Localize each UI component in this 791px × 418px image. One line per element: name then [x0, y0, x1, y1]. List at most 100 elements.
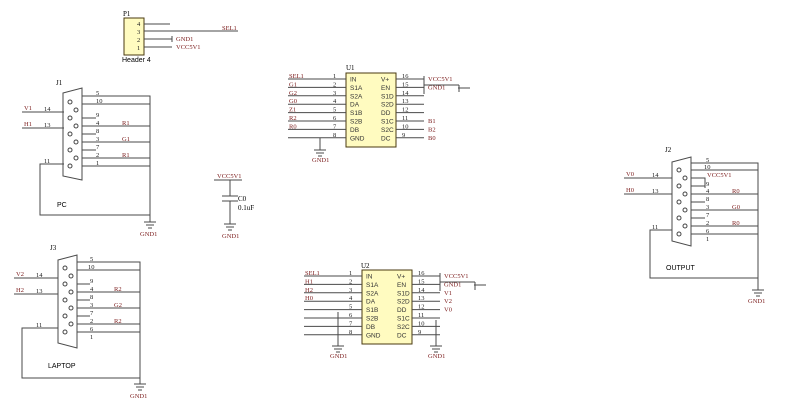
u2-pin-name: S1D	[397, 290, 410, 297]
u1-pin-name: IN	[350, 77, 357, 84]
j2-gnd-label: GND1	[748, 298, 765, 305]
j1-pin: 5	[96, 90, 99, 97]
u1-net-label: B2	[428, 126, 436, 133]
j3-pin: 2	[90, 318, 93, 325]
p1-net-sel: SEL1	[222, 25, 237, 32]
u1-pin-number: 1	[333, 73, 336, 80]
p1-net-vcc: VCC5V1	[176, 44, 201, 51]
j1-net-r1a: R1	[122, 120, 130, 127]
j2-net-v0: V0	[626, 171, 634, 178]
u2-pin-name: IN	[366, 274, 373, 281]
ic-u2[interactable]: U2 1 INSEL12 S1AH13 S2AH24 DAH05 S1B6 S2B7 DB8 G…	[304, 262, 486, 360]
u2-pin-name: S2C	[397, 324, 410, 331]
j1-pin: 9	[96, 112, 99, 119]
j1-net-r1b: R1	[122, 152, 130, 159]
u1-pin-number: 8	[333, 132, 336, 139]
u2-pin-number: 5	[349, 304, 352, 311]
u1-net-label: R2	[289, 115, 297, 122]
j3-label: LAPTOP	[48, 363, 76, 370]
p1-pin: 3	[137, 29, 140, 36]
ic-u1[interactable]: U1 1 INSEL12 S1AG13 S2AG24 DAG05 S1BZ16 S2BR27…	[288, 64, 470, 164]
u2-net-label: H2	[305, 287, 313, 294]
c0-value: 0.1uF	[238, 204, 254, 212]
u1-gnd-symbol	[314, 138, 326, 157]
u2-pin-number: 14	[418, 287, 425, 294]
u2-pin-name: V+	[397, 274, 405, 281]
j2-pin: 13	[652, 188, 659, 195]
u1-pin-name: S1B	[350, 110, 362, 117]
u2-pin-number: 2	[349, 278, 352, 285]
connector-j1[interactable]: J1 5 10 9 4 8 3 7 2 1 14 13 11 V1 H1 R1 …	[22, 79, 157, 238]
u1-pin-number: 14	[402, 90, 409, 97]
j2-label: OUTPUT	[666, 265, 696, 272]
j2-pin: 7	[706, 212, 710, 219]
p1-body	[123, 17, 145, 56]
u2-pin-name: GND	[366, 332, 381, 339]
capacitor-c0[interactable]: VCC5V1 C0 0.1uF GND1	[214, 173, 254, 240]
header-p1[interactable]: P1 4 3 2 1 Header 4 SEL1 GND1 VCC5V1	[122, 10, 238, 64]
j3-pin-circles	[62, 265, 74, 335]
u2-pin-name: DC	[397, 332, 407, 339]
j3-gnd-label: GND1	[130, 393, 147, 400]
j1-designator: J1	[56, 79, 63, 87]
j1-pin: 3	[96, 136, 99, 143]
connector-j3[interactable]: J3 5 10 9 4 8 3 7 2 6 1 14 13 11 V2 H2 R…	[14, 244, 147, 400]
c0-gnd-label: GND1	[222, 233, 239, 240]
u2-net-label: V1	[444, 290, 452, 297]
j1-wires	[82, 95, 151, 222]
u1-net-label: G0	[289, 98, 297, 105]
j1-pin: 10	[96, 98, 103, 105]
j1-net-h1: H1	[24, 121, 32, 128]
u1-pin-number: 11	[402, 115, 408, 122]
u1-pin-name: GND	[350, 135, 365, 142]
j2-wires	[691, 162, 759, 290]
u1-pin-number: 5	[333, 107, 336, 114]
u1-pin-number: 2	[333, 81, 336, 88]
u2-pin-name: S1B	[366, 307, 378, 314]
j3-pin: 3	[90, 302, 93, 309]
u2-right-gnd-symbol	[430, 320, 442, 353]
u2-pin-number: 3	[349, 287, 352, 294]
u1-net-label: B0	[428, 135, 436, 142]
j2-shell	[671, 156, 692, 247]
j3-designator: J3	[50, 244, 57, 252]
connector-j2[interactable]: J2 5 10 9 4 8 3 7 2 6 1 14 13 11 VCC5V1 …	[624, 146, 765, 305]
u1-net-label: VCC5V1	[428, 76, 453, 83]
u2-pin-number: 11	[418, 312, 424, 319]
u1-pin-name: DB	[350, 127, 359, 134]
u1-pin-name: V+	[381, 77, 389, 84]
u2-net-label: H0	[305, 295, 313, 302]
j2-pin: 5	[706, 157, 709, 164]
u1-pin-name: S2B	[350, 119, 362, 126]
j3-pin: 9	[90, 278, 93, 285]
u1-pin-name: S2D	[381, 102, 394, 109]
j1-pin-circles	[67, 99, 79, 169]
j2-pin: 14	[652, 172, 659, 179]
u2-right-gnd-label: GND1	[428, 353, 445, 360]
schematic-canvas: P1 4 3 2 1 Header 4 SEL1 GND1 VCC5V1 J1 …	[14, 10, 765, 400]
u1-pin-number: 12	[402, 107, 409, 114]
j3-net-v2: V2	[16, 271, 24, 278]
u2-pin-number: 9	[418, 329, 421, 336]
u1-pin-number: 9	[402, 132, 405, 139]
u1-pin-number: 13	[402, 98, 409, 105]
j2-pin: 2	[706, 220, 709, 227]
j3-net-g2: G2	[114, 302, 122, 309]
j1-ext-wires	[22, 111, 150, 216]
p1-pin: 1	[137, 45, 140, 52]
j1-label: PC	[57, 202, 67, 209]
j3-pin: 5	[90, 256, 93, 263]
j2-pin-circles	[676, 167, 688, 237]
u2-pin-number: 12	[418, 304, 425, 311]
j3-net-r2a: R2	[114, 286, 122, 293]
u2-pin-number: 13	[418, 295, 425, 302]
j2-net-r0: R0	[732, 188, 740, 195]
j2-pin: 11	[652, 224, 658, 231]
u2-pin-name: DB	[366, 324, 375, 331]
j1-net-g1: G1	[122, 136, 130, 143]
j2-net-g0: G0	[732, 204, 740, 211]
j3-pin: 13	[36, 288, 43, 295]
u2-pin-number: 16	[418, 270, 425, 277]
u2-pin-name: DA	[366, 299, 376, 306]
u2-pin-name: EN	[397, 282, 406, 289]
